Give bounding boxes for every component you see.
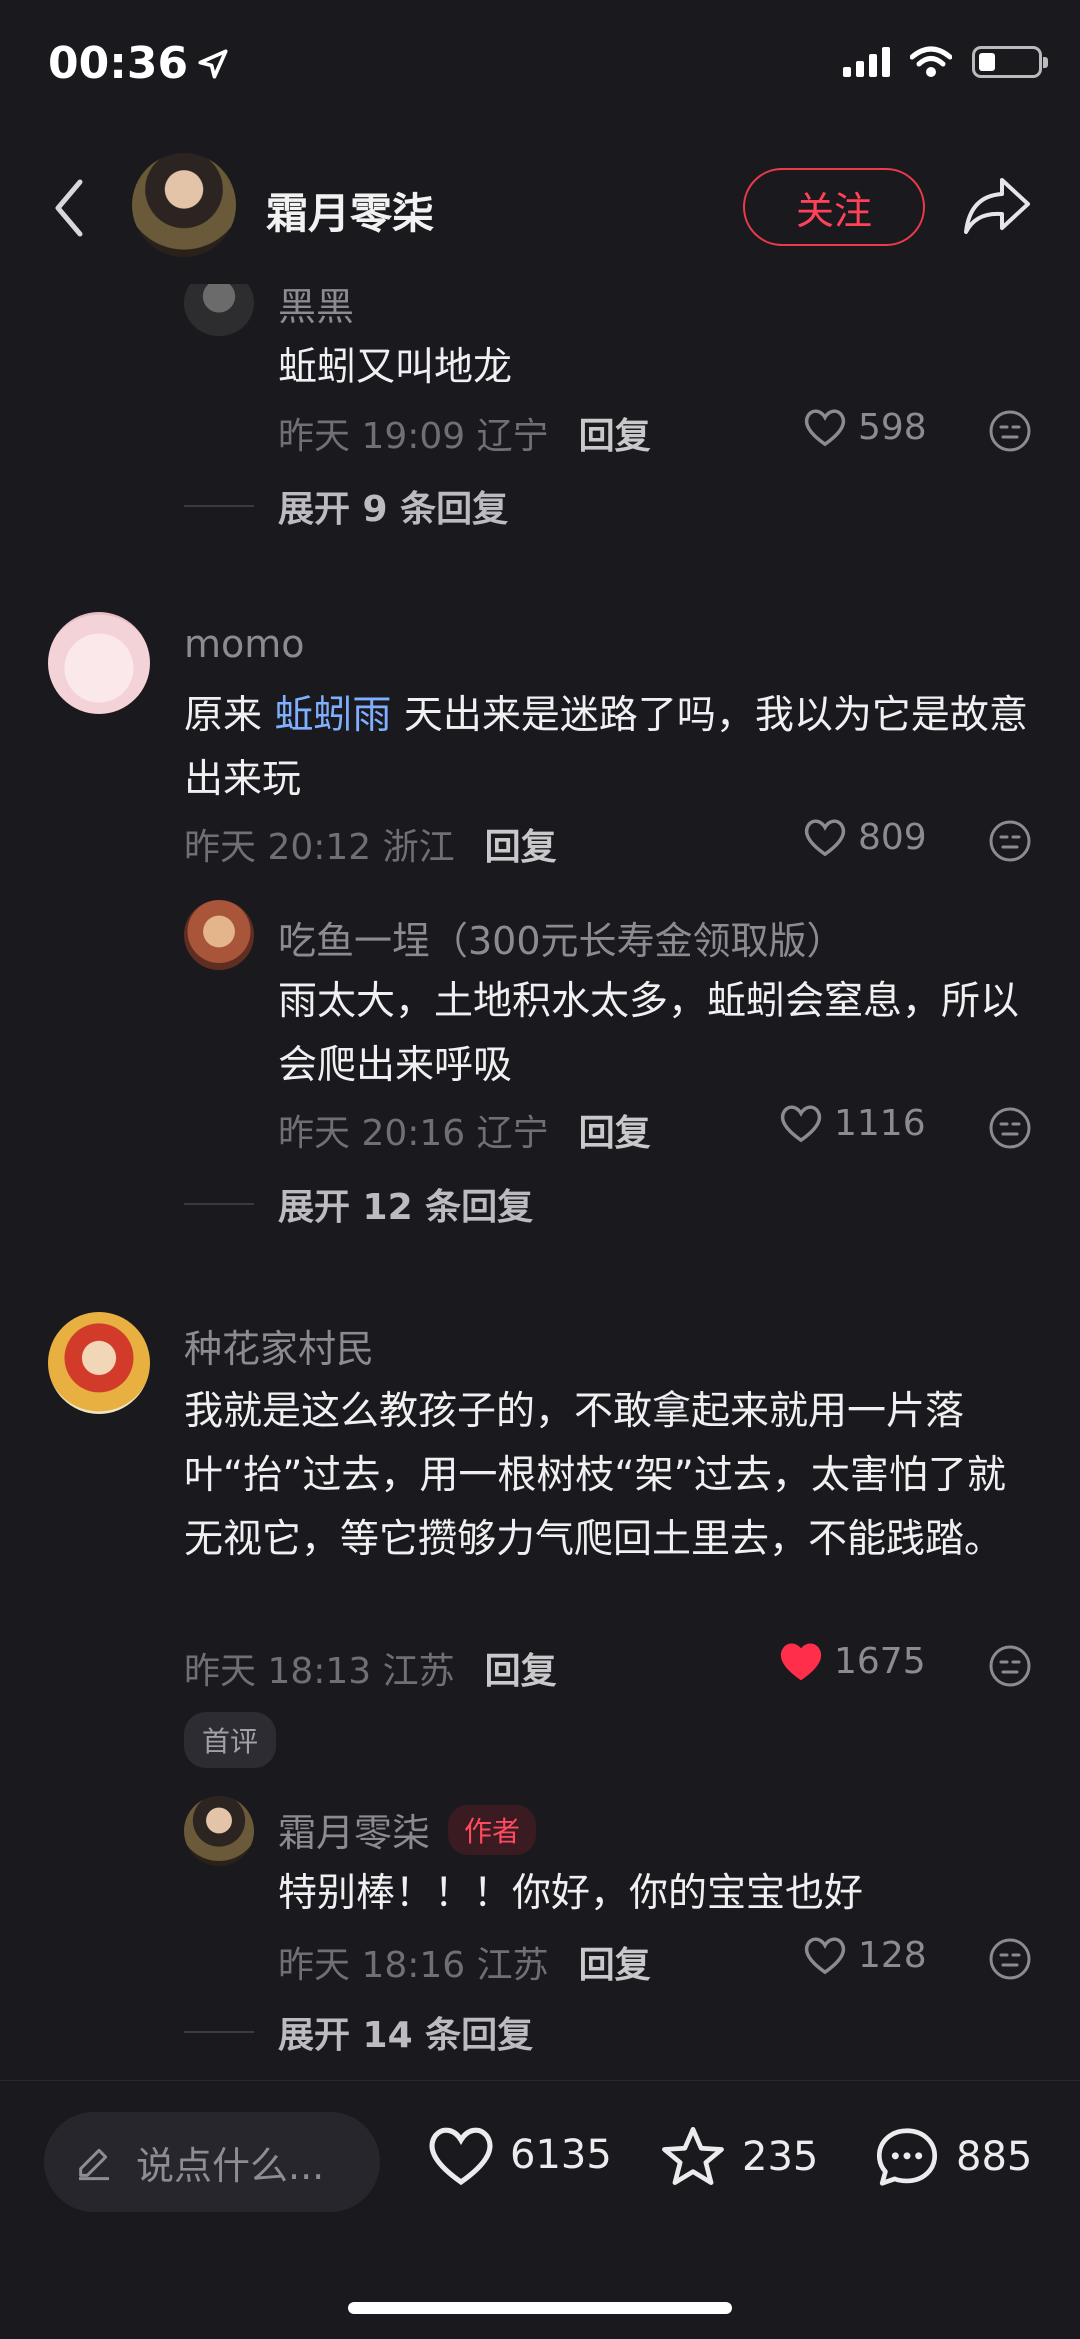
replier-avatar[interactable]: [184, 1796, 254, 1866]
author-name[interactable]: 霜月零柒: [266, 180, 434, 241]
star-icon: [662, 2126, 724, 2185]
like-button[interactable]: 809: [802, 816, 927, 858]
commenter-name[interactable]: momo: [184, 622, 305, 666]
heart-icon: [804, 819, 846, 857]
topic-link[interactable]: 蚯蚓雨: [274, 693, 391, 738]
expand-replies[interactable]: 展开 9 条回复: [184, 480, 508, 532]
reply-text: 雨太大，土地积水太多，蚯蚓会窒息，所以会爬出来呼吸: [278, 979, 1020, 1088]
comment-text: 蚯蚓又叫地龙: [278, 345, 513, 390]
comment-count-button[interactable]: 885: [870, 2122, 1032, 2192]
replier-name[interactable]: 吃鱼一埕（300元长寿金领取版）: [278, 910, 845, 965]
follow-button[interactable]: 关注: [743, 168, 925, 246]
heart-icon: [780, 1643, 822, 1681]
back-icon[interactable]: [50, 176, 90, 240]
author-badge: 作者: [448, 1804, 537, 1855]
reply-meta: 昨天 20:16 辽宁 回复: [278, 1104, 651, 1156]
comment-text: 我就是这么教孩子的，不敢拿起来就用一片落叶“抬”过去，用一根树枝“架”过去，太害…: [184, 1389, 1006, 1562]
replier-name[interactable]: 霜月零柒: [278, 1802, 430, 1857]
heart-icon: [804, 1937, 846, 1975]
like-button[interactable]: 128: [802, 1934, 927, 1976]
heart-icon: [780, 1105, 822, 1143]
author-avatar[interactable]: [132, 153, 236, 257]
emoji-icon[interactable]: [988, 819, 1032, 863]
commenter-name[interactable]: 种花家村民: [184, 1318, 374, 1373]
reply-button[interactable]: 回复: [485, 818, 557, 870]
like-post-button[interactable]: 6135: [424, 2122, 612, 2188]
comment-meta: 昨天 19:09 辽宁 回复: [278, 407, 651, 459]
emoji-icon[interactable]: [988, 409, 1032, 453]
comment-icon: [876, 2128, 938, 2186]
battery-icon: [972, 46, 1048, 78]
like-button[interactable]: 1116: [778, 1102, 926, 1144]
favorite-button[interactable]: 235: [656, 2122, 818, 2192]
pencil-icon: [79, 2148, 109, 2181]
reply-button[interactable]: 回复: [579, 1936, 651, 1988]
commenter-name[interactable]: 黑黑: [278, 288, 354, 331]
expand-replies[interactable]: 展开 14 条回复: [184, 2006, 533, 2058]
comment-meta: 昨天 20:12 浙江 回复: [184, 818, 557, 870]
wifi-icon: [910, 46, 952, 77]
share-icon[interactable]: [962, 174, 1032, 238]
reply-text: 特别棒！！！你好，你的宝宝也好: [278, 1871, 864, 1916]
signal-icon: [843, 47, 890, 77]
replier-header: 霜月零柒 作者: [278, 1802, 537, 1857]
first-comment-badge: 首评: [184, 1712, 277, 1768]
home-indicator[interactable]: [348, 2302, 732, 2314]
reply-button[interactable]: 回复: [579, 1104, 651, 1156]
status-time: 00:36: [48, 38, 230, 89]
reply-button[interactable]: 回复: [579, 407, 651, 459]
heart-icon: [429, 2127, 493, 2186]
commenter-avatar[interactable]: [184, 284, 254, 336]
emoji-icon[interactable]: [988, 1644, 1032, 1688]
commenter-avatar[interactable]: [48, 612, 150, 714]
comment-input[interactable]: 说点什么...: [44, 2112, 380, 2212]
emoji-icon[interactable]: [988, 1937, 1032, 1981]
replier-avatar[interactable]: [184, 900, 254, 970]
comment-text: 原来 蚯蚓雨 天出来是迷路了吗，我以为它是故意出来玩: [184, 693, 1028, 802]
like-button[interactable]: 598: [802, 406, 927, 448]
reply-meta: 昨天 18:16 江苏 回复: [278, 1936, 651, 1988]
heart-icon: [804, 409, 846, 447]
location-arrow-icon: [198, 48, 228, 79]
comment-meta: 昨天 18:13 江苏 回复: [184, 1642, 557, 1694]
emoji-icon[interactable]: [988, 1106, 1032, 1150]
expand-replies[interactable]: 展开 12 条回复: [184, 1178, 533, 1230]
commenter-avatar[interactable]: [48, 1312, 150, 1414]
like-button[interactable]: 1675: [778, 1640, 926, 1682]
status-icons: [843, 46, 1048, 78]
reply-button[interactable]: 回复: [485, 1642, 557, 1694]
